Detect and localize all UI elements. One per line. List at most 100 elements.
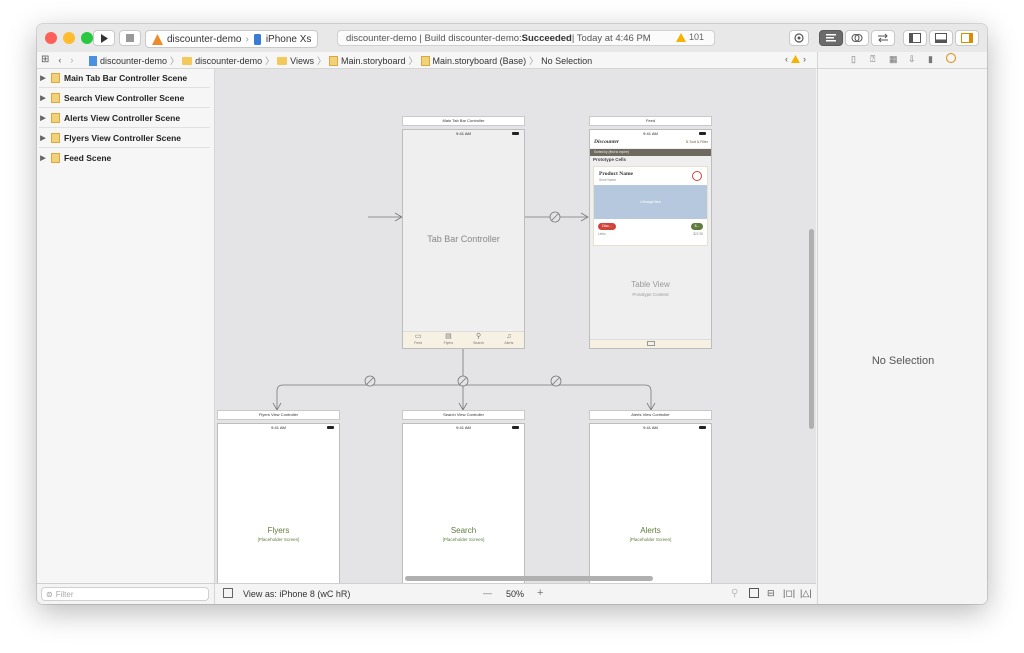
- disclosure-triangle-icon[interactable]: ▶: [39, 134, 47, 142]
- scene-icon: [51, 93, 60, 103]
- disclosure-triangle-icon[interactable]: ▶: [39, 94, 47, 102]
- outline-row-search[interactable]: ▶ Search View Controller Scene: [39, 89, 210, 108]
- scene-icon: [51, 133, 60, 143]
- breadcrumb-item-storyboard-base[interactable]: Main.storyboard (Base): [433, 56, 527, 66]
- file-inspector-icon[interactable]: ▯: [851, 54, 856, 65]
- chevron-right-icon: ›: [245, 33, 249, 45]
- identity-inspector-icon[interactable]: ▦: [889, 54, 898, 65]
- feed-scene[interactable]: 9:41 AM Discounter ⇅ Sort & Filter Sorte…: [589, 129, 712, 349]
- sorted-by-bar[interactable]: Sorted by (first to expire): [590, 149, 711, 156]
- tab-label-flyers: Flyers: [443, 341, 454, 345]
- view-as-button[interactable]: View as: iPhone 8 (wC hR): [243, 589, 350, 599]
- prototype-cell[interactable]: Product Name Store Name UIImageView Disc…: [593, 166, 708, 246]
- battery-icon: [327, 426, 334, 429]
- zoom-window-button[interactable]: [81, 32, 93, 44]
- close-window-button[interactable]: [45, 32, 57, 44]
- outline-row-flyers[interactable]: ▶ Flyers View Controller Scene: [39, 129, 210, 148]
- app-target-icon: [152, 33, 163, 45]
- breadcrumb-item-storyboard[interactable]: Main.storyboard: [341, 56, 406, 66]
- resolve-issues-icon[interactable]: |△|: [800, 588, 812, 599]
- search-scene[interactable]: 9:41 AM Search [Placeholder Screen]: [402, 423, 525, 583]
- table-view-label: Table View: [631, 280, 670, 289]
- tab-feed[interactable]: ▭ Feed: [403, 332, 433, 348]
- battery-icon: [512, 132, 519, 135]
- breadcrumb-item-selection[interactable]: No Selection: [541, 56, 592, 66]
- alerts-scene[interactable]: 9:41 AM Alerts [Placeholder Screen]: [589, 423, 712, 583]
- scene-title-flyers[interactable]: Flyers View Controller: [217, 410, 340, 420]
- outline-row-label: Main Tab Bar Controller Scene: [64, 73, 188, 83]
- grid-icon[interactable]: ⊞: [41, 54, 49, 65]
- breadcrumb-item-views[interactable]: Views: [290, 56, 314, 66]
- breadcrumb-item-project[interactable]: discounter-demo: [100, 56, 167, 66]
- outline-row-main-tab-bar[interactable]: ▶ Main Tab Bar Controller Scene: [39, 69, 210, 88]
- tab-flyers[interactable]: ▤ Flyers: [433, 332, 463, 348]
- quick-help-icon[interactable]: ⍰: [870, 54, 875, 65]
- horizontal-scrollbar[interactable]: [405, 576, 653, 581]
- scene-title-tab-bar[interactable]: Main Tab Bar Controller: [402, 116, 525, 126]
- align-icon[interactable]: ⊟: [767, 588, 775, 599]
- tab-search[interactable]: ⚲ Search: [464, 332, 494, 348]
- tab-label-alerts: Alerts: [504, 341, 514, 345]
- storyboard-canvas[interactable]: Main Tab Bar Controller 9:41 AM Tab Bar …: [215, 69, 816, 583]
- assistant-editor-button[interactable]: [845, 30, 869, 46]
- navigator-toggle-button[interactable]: [903, 30, 927, 46]
- share-icon[interactable]: [692, 171, 702, 181]
- storyboard-icon: [420, 55, 430, 66]
- embed-in-icon[interactable]: [749, 588, 759, 598]
- activity-viewer: discounter-demo | Build discounter-demo:…: [337, 30, 715, 46]
- scene-icon: [51, 113, 60, 123]
- outline-row-label: Flyers View Controller Scene: [64, 133, 181, 143]
- tab-bar-controller-scene[interactable]: 9:41 AM Tab Bar Controller ▭ Feed ▤ Flye…: [402, 129, 525, 349]
- sort-filter-button[interactable]: ⇅ Sort & Filter: [686, 140, 708, 144]
- minimize-window-button[interactable]: [63, 32, 75, 44]
- filter-field[interactable]: ⊜ Filter: [41, 587, 209, 601]
- filter-icon: ⊜: [46, 589, 53, 599]
- run-button[interactable]: [93, 30, 115, 46]
- flyers-scene[interactable]: 9:41 AM Flyers [Placeholder Screen]: [217, 423, 340, 583]
- standard-editor-button[interactable]: [819, 30, 843, 46]
- activity-prefix: discounter-demo | Build discounter-demo:: [346, 32, 522, 44]
- outline-filter-bar: ⊜ Filter: [37, 583, 215, 604]
- connections-inspector-icon[interactable]: [946, 53, 956, 63]
- breadcrumb-item-group[interactable]: discounter-demo: [195, 56, 262, 66]
- scene-title-alerts[interactable]: Alerts View Controller: [589, 410, 712, 420]
- scene-title-search[interactable]: Search View Controller: [402, 410, 525, 420]
- folder-icon: [277, 56, 288, 65]
- back-arrow-icon[interactable]: ‹: [58, 55, 61, 65]
- update-frames-icon[interactable]: ⚲: [731, 588, 738, 599]
- scheme-selector[interactable]: discounter-demo › iPhone Xs: [145, 30, 319, 48]
- stop-button[interactable]: [119, 30, 141, 46]
- zoom-in-button[interactable]: +: [537, 587, 543, 599]
- disclosure-triangle-icon[interactable]: ▶: [39, 114, 47, 122]
- outline-row-alerts[interactable]: ▶ Alerts View Controller Scene: [39, 109, 210, 128]
- folder-icon: [182, 56, 193, 65]
- chevron-right-icon: 〉: [265, 56, 275, 66]
- warnings-badge[interactable]: 101: [675, 32, 704, 42]
- next-issue-icon[interactable]: ›: [803, 54, 806, 64]
- zoom-out-button[interactable]: —: [483, 588, 492, 598]
- pin-constraints-icon[interactable]: |◻|: [783, 588, 795, 599]
- flyers-tab-icon: ▤: [445, 333, 452, 340]
- library-button[interactable]: [789, 30, 809, 46]
- outline-toggle-icon[interactable]: [223, 588, 233, 598]
- placeholder-title: Search: [450, 526, 477, 535]
- tab-alerts[interactable]: ♫ Alerts: [494, 332, 524, 348]
- size-inspector-icon[interactable]: ▮: [928, 54, 933, 65]
- inspector-toggle-button[interactable]: [955, 30, 979, 46]
- document-outline: ▶ Main Tab Bar Controller Scene ▶ Search…: [37, 69, 215, 604]
- outline-row-feed[interactable]: ▶ Feed Scene: [39, 149, 210, 167]
- scheme-device-label: iPhone Xs: [265, 33, 312, 45]
- version-editor-button[interactable]: [871, 30, 895, 46]
- disclosure-triangle-icon[interactable]: ▶: [39, 154, 47, 162]
- disclosure-triangle-icon[interactable]: ▶: [39, 74, 47, 82]
- previous-issue-icon[interactable]: ‹: [785, 54, 788, 64]
- attributes-inspector-icon[interactable]: ⇩: [908, 54, 916, 65]
- status-bar-time: 9:41 AM: [590, 130, 711, 138]
- outline-row-label: Search View Controller Scene: [64, 93, 185, 103]
- debug-area-toggle-button[interactable]: [929, 30, 953, 46]
- forward-arrow-icon[interactable]: ›: [70, 55, 73, 65]
- stop-icon: [126, 34, 134, 42]
- scene-title-feed[interactable]: Feed: [589, 116, 712, 126]
- zoom-level[interactable]: 50%: [506, 589, 524, 599]
- vertical-scrollbar[interactable]: [809, 229, 814, 429]
